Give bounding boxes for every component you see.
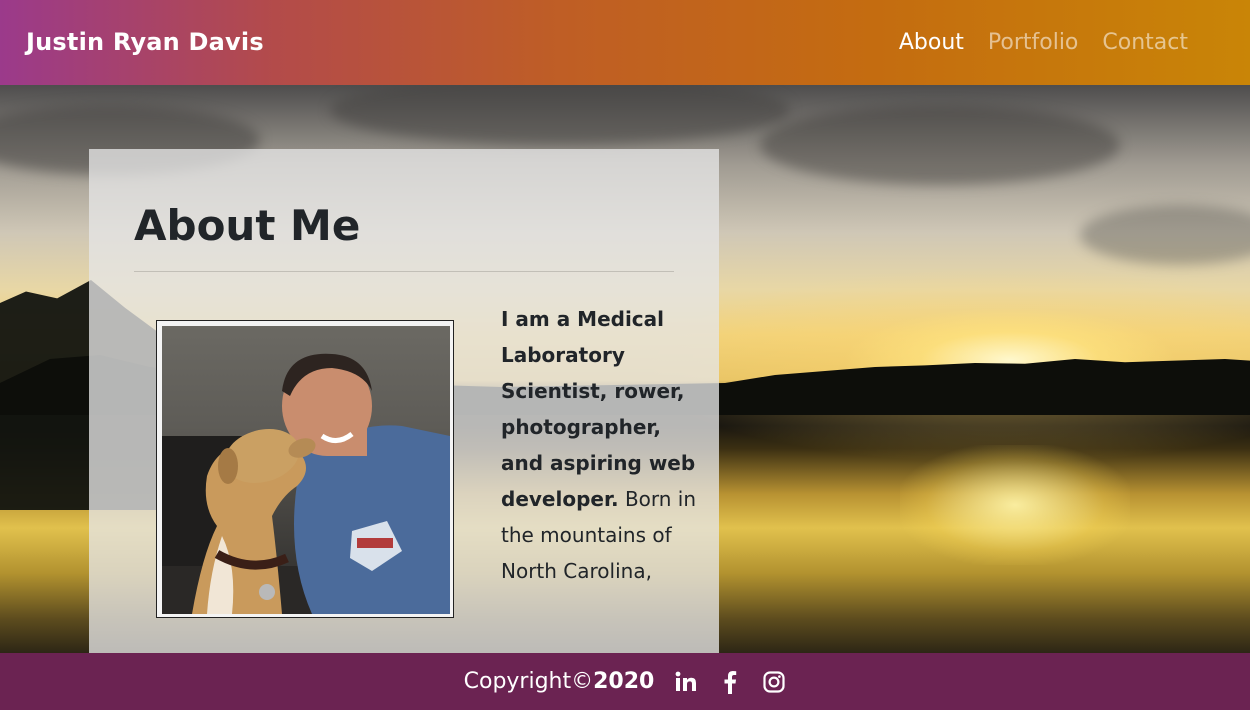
cloud [1080, 205, 1250, 265]
facebook-icon[interactable] [718, 670, 742, 694]
nav-link-about[interactable]: About [899, 30, 964, 55]
profile-photo [162, 326, 450, 614]
nav-link-contact[interactable]: Contact [1102, 30, 1188, 55]
footer-content: Copyright©2020 [0, 653, 1250, 710]
cloud [330, 85, 790, 145]
about-title: About Me [134, 201, 361, 250]
instagram-icon[interactable] [762, 670, 786, 694]
about-card: About Me I am a Medical Laboratory Scien… [89, 149, 719, 653]
linkedin-icon[interactable] [674, 670, 698, 694]
profile-photo-illustration [162, 353, 450, 614]
profile-photo-frame [156, 320, 454, 618]
sun-reflection [900, 445, 1130, 565]
navbar: Justin Ryan Davis About Portfolio Contac… [0, 0, 1250, 85]
footer: Copyright©2020 [0, 653, 1250, 710]
brand-name[interactable]: Justin Ryan Davis [26, 28, 264, 56]
bio-highlight: I am a Medical Laboratory Scientist, row… [501, 307, 696, 511]
bio-text: I am a Medical Laboratory Scientist, row… [501, 301, 701, 589]
nav-links: About Portfolio Contact [899, 30, 1188, 55]
cloud [760, 105, 1120, 185]
nav-link-portfolio[interactable]: Portfolio [988, 30, 1079, 55]
copyright-label: Copyright© [463, 669, 594, 694]
divider [134, 271, 674, 272]
copyright-text: Copyright©2020 [464, 669, 655, 694]
copyright-year: 2020 [593, 669, 655, 694]
